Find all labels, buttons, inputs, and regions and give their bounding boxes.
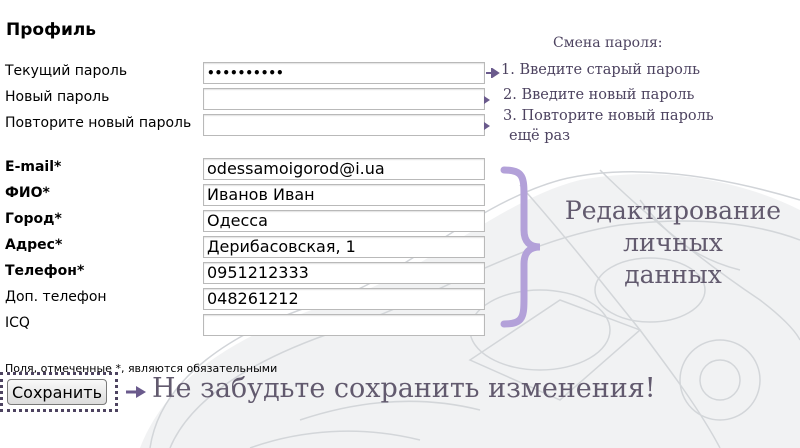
personal-data-note-line3: данных (624, 260, 722, 289)
icq-label: ICQ (5, 315, 30, 331)
repeat-password-label: Повторите новый пароль (5, 115, 192, 131)
fio-label: ФИО* (5, 185, 50, 201)
email-label: E-mail* (5, 159, 62, 175)
personal-data-note: Редактирование личных данных (548, 195, 798, 291)
right-arrow-icon (484, 122, 490, 130)
right-arrow-icon (126, 386, 146, 398)
phone-label: Телефон* (5, 263, 85, 279)
password-step-3-cont: ещё раз (509, 128, 571, 144)
save-button[interactable]: Сохранить (7, 379, 107, 405)
password-step-1: 1. Введите старый пароль (501, 62, 700, 78)
phone-input[interactable]: 0951212333 (203, 262, 485, 284)
icq-input[interactable] (203, 314, 485, 336)
right-arrow-icon (484, 96, 490, 104)
repeat-password-input[interactable] (203, 114, 485, 136)
address-label: Адрес* (5, 237, 63, 253)
page-title: Профиль (6, 20, 97, 40)
personal-data-note-line2: личных (623, 228, 723, 257)
password-step-3: 3. Повторите новый пароль (503, 108, 714, 124)
personal-data-note-line1: Редактирование (564, 196, 782, 225)
city-input[interactable]: Одесса (203, 210, 485, 232)
password-change-title: Смена пароля: (553, 35, 663, 51)
email-input[interactable]: odessamoigorod@i.ua (203, 158, 485, 180)
fio-input[interactable]: Иванов Иван (203, 184, 485, 206)
extra-phone-label: Доп. телефон (5, 289, 107, 305)
curly-brace-icon (500, 166, 541, 328)
new-password-input[interactable] (203, 88, 485, 110)
city-label: Город* (5, 211, 62, 227)
save-reminder: Не забудьте сохранить изменения! (152, 373, 656, 404)
current-password-label: Текущий пароль (5, 63, 128, 79)
current-password-input[interactable]: •••••••••• (203, 62, 485, 84)
extra-phone-input[interactable]: 048261212 (203, 288, 485, 310)
right-arrow-icon (486, 68, 500, 78)
password-step-2: 2. Введите новый пароль (503, 87, 695, 103)
new-password-label: Новый пароль (5, 89, 110, 105)
address-input[interactable]: Дерибасовская, 1 (203, 236, 485, 258)
